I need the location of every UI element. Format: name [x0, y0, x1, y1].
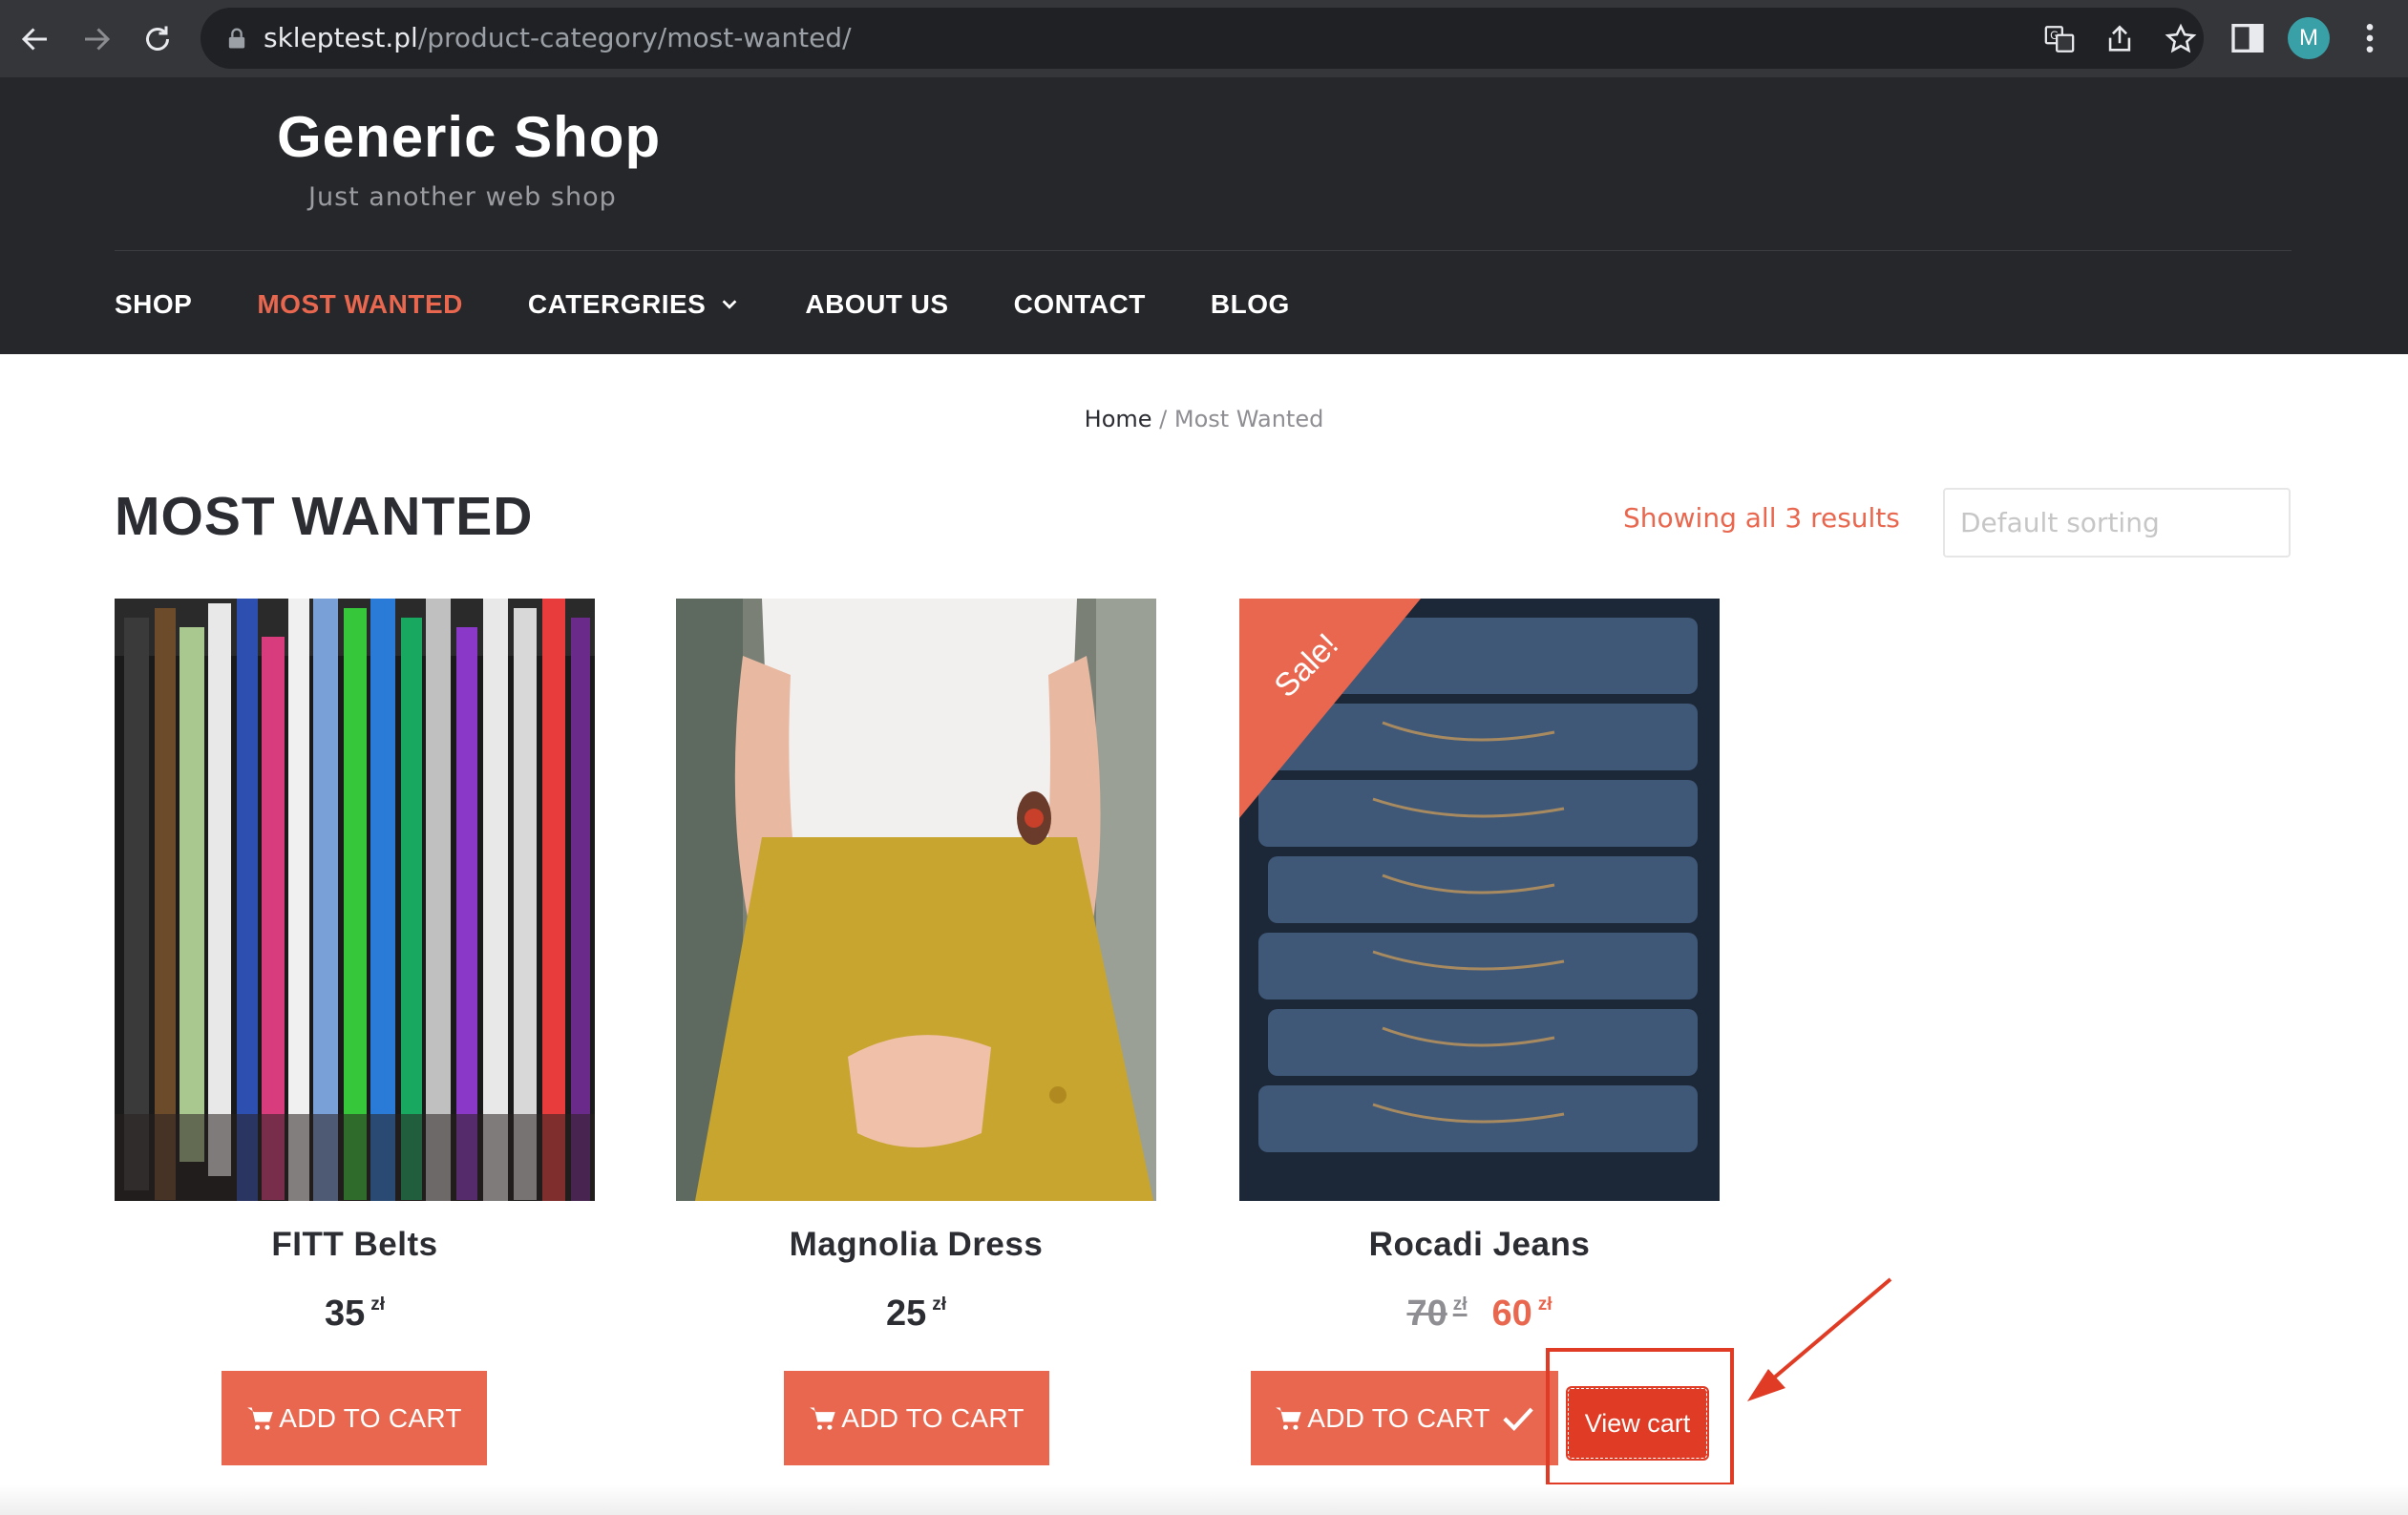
product-card: Magnolia Dress 25 zł ADD TO CART — [676, 599, 1156, 1465]
annotation-highlight-box — [1546, 1348, 1734, 1486]
lock-icon[interactable] — [223, 25, 250, 52]
price-old-amount: 70 — [1406, 1294, 1447, 1334]
product-card: Sale! Rocadi Jeans 70 zł 60 zł ADD TO CART — [1239, 599, 1720, 1465]
price-amount: 60 — [1491, 1294, 1532, 1334]
breadcrumb: Home / Most Wanted — [0, 406, 2408, 432]
add-to-cart-label: ADD TO CART — [841, 1402, 1024, 1433]
site-tagline: Just another web shop — [308, 182, 617, 212]
add-to-cart-label: ADD TO CART — [1307, 1402, 1490, 1433]
currency-symbol: zł — [932, 1294, 947, 1315]
add-to-cart-button[interactable]: ADD TO CART — [784, 1371, 1049, 1465]
product-name[interactable]: Rocadi Jeans — [1239, 1226, 1720, 1264]
result-count: Showing all 3 results — [1623, 502, 1900, 534]
nav-item-most-wanted[interactable]: MOST WANTED — [257, 289, 463, 320]
price-amount: 25 — [885, 1294, 927, 1334]
nav-item-about-us[interactable]: ABOUT US — [805, 289, 948, 320]
forward-button[interactable] — [73, 15, 120, 63]
sorting-select[interactable]: Default sorting — [1943, 488, 2291, 558]
nav-item-shop[interactable]: SHOP — [115, 289, 192, 320]
nav-item-categories[interactable]: CATERGRIES — [528, 289, 741, 320]
currency-symbol: zł — [1452, 1294, 1468, 1315]
cart-icon — [1276, 1406, 1301, 1430]
browser-toolbar: skleptest.pl/product-category/most-wante… — [0, 0, 2408, 77]
site-header: Generic Shop Just another web shop SHOP … — [0, 77, 2408, 354]
nav-item-blog[interactable]: BLOG — [1211, 289, 1290, 320]
currency-symbol: zł — [370, 1294, 386, 1315]
price-new: 60 zł — [1492, 1294, 1553, 1334]
main-nav: SHOP MOST WANTED CATERGRIES ABOUT US CON… — [115, 285, 1355, 324]
product-price: 70 zł 60 zł — [1239, 1294, 1720, 1335]
reload-icon — [146, 26, 169, 51]
kebab-menu-icon[interactable] — [2351, 19, 2389, 57]
svg-text:G: G — [2050, 29, 2059, 42]
product-image-dress[interactable] — [676, 599, 1156, 1201]
address-bar[interactable]: skleptest.pl/product-category/most-wante… — [201, 8, 2204, 69]
nav-item-contact[interactable]: CONTACT — [1014, 289, 1146, 320]
page-title: MOST WANTED — [115, 486, 534, 547]
add-to-cart-button[interactable]: ADD TO CART — [222, 1371, 487, 1465]
bookmark-star-icon[interactable] — [2165, 23, 2197, 55]
product-image-belts[interactable] — [115, 599, 595, 1201]
cart-icon — [247, 1406, 273, 1430]
url-text[interactable]: skleptest.pl/product-category/most-wante… — [264, 21, 852, 55]
site-title[interactable]: Generic Shop — [277, 104, 661, 170]
forward-arrow-icon — [85, 28, 111, 51]
checkmark-icon — [1503, 1407, 1533, 1431]
header-divider — [115, 250, 2292, 251]
product-name[interactable]: Magnolia Dress — [676, 1226, 1156, 1264]
price-old: 70 zł — [1406, 1294, 1467, 1334]
side-panel-icon[interactable] — [2228, 19, 2267, 57]
reload-button[interactable] — [134, 15, 181, 63]
page-bottom-fade — [0, 1484, 2408, 1515]
breadcrumb-current: Most Wanted — [1173, 406, 1324, 432]
share-icon[interactable] — [2103, 23, 2136, 55]
annotation-arrow-icon — [1747, 1277, 1892, 1401]
profile-avatar[interactable]: M — [2288, 17, 2330, 59]
product-price: 25 zł — [676, 1294, 1156, 1335]
breadcrumb-separator: / — [1151, 406, 1174, 432]
product-price: 35 zł — [115, 1294, 595, 1335]
breadcrumb-home[interactable]: Home — [1085, 406, 1152, 432]
add-to-cart-label: ADD TO CART — [279, 1402, 462, 1433]
back-button[interactable] — [11, 15, 59, 63]
nav-item-categories-label: CATERGRIES — [527, 289, 707, 319]
cart-icon — [810, 1406, 835, 1430]
product-card: FITT Belts 35 zł ADD TO CART — [115, 599, 595, 1465]
translate-icon[interactable]: G — [2043, 23, 2076, 55]
price-amount: 35 — [324, 1294, 366, 1334]
back-arrow-icon — [21, 28, 47, 51]
chevron-down-icon — [722, 300, 737, 309]
product-image-jeans[interactable]: Sale! — [1239, 599, 1720, 1201]
product-name[interactable]: FITT Belts — [115, 1226, 595, 1264]
currency-symbol: zł — [1537, 1294, 1553, 1315]
add-to-cart-button[interactable]: ADD TO CART — [1251, 1371, 1558, 1465]
